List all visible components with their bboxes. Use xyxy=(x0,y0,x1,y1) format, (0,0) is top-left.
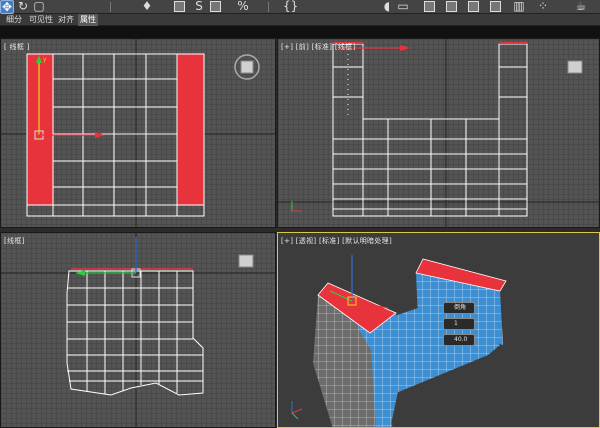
front-view-mesh xyxy=(278,39,599,227)
viewport-bottom-right[interactable]: [+] [透视] [标准] [默认明暗处理] xyxy=(277,232,600,428)
left-view-mesh xyxy=(1,233,275,427)
select-move-icon[interactable]: ✥ xyxy=(0,0,14,14)
layer-icon[interactable] xyxy=(424,1,435,12)
svg-text:y: y xyxy=(43,56,47,63)
mirror-icon[interactable]: ◖ xyxy=(380,0,394,14)
bevel-height-field[interactable]: 1 xyxy=(443,318,475,330)
link-icon[interactable]: ♦ xyxy=(140,0,154,14)
tab-align[interactable]: 对齐 xyxy=(56,14,76,26)
selected-face-left xyxy=(26,53,54,206)
selected-face-right xyxy=(176,53,205,206)
material-editor-icon[interactable] xyxy=(468,1,479,12)
spinner-snap-icon[interactable]: S xyxy=(192,0,206,14)
tab-properties[interactable]: 属性 xyxy=(78,14,98,26)
viewport-top-left[interactable]: [ 线框 ] y xyxy=(0,38,276,228)
viewport-label[interactable]: [线框] xyxy=(4,236,25,246)
scene-explorer-icon[interactable] xyxy=(446,1,457,12)
ribbon-panel-strip xyxy=(0,26,600,38)
viewport-top-right[interactable]: [+] [前] [标准] [线框] xyxy=(277,38,600,228)
angle-snap-icon[interactable] xyxy=(210,1,221,12)
percent-snap-icon[interactable]: % xyxy=(236,0,250,14)
bevel-amount-field[interactable]: 40.0 xyxy=(443,334,475,346)
bevel-type-field[interactable]: 倒角 xyxy=(443,302,475,314)
teapot-icon[interactable]: ☕ xyxy=(574,0,588,14)
perspective-mesh xyxy=(291,255,507,427)
bevel-caddy: 倒角 1 40.0 xyxy=(443,302,477,358)
scale-icon[interactable]: ▢ xyxy=(32,0,46,14)
tab-visibility[interactable]: 可见性 xyxy=(27,14,55,26)
main-toolbar: ✥ ↻ ▢ ♦ S % {} ◖ ▭ ▥ ⁘ ☕ xyxy=(0,0,600,14)
viewport-label[interactable]: [+] [透视] [标准] [默认明暗处理] xyxy=(281,236,392,246)
snap-toggle-icon[interactable] xyxy=(174,1,185,12)
render-frame-icon[interactable]: ▥ xyxy=(512,0,526,14)
render-icon[interactable]: ⁘ xyxy=(536,0,550,14)
ribbon-tabs: 细分 可见性 对齐 属性 xyxy=(0,14,600,26)
align-icon[interactable]: ▭ xyxy=(396,0,410,14)
viewport-label[interactable]: [+] [前] [标准] [线框] xyxy=(281,42,356,52)
tab-subdivision[interactable]: 细分 xyxy=(4,14,24,26)
top-view-mesh: y xyxy=(1,39,275,227)
rotate-icon[interactable]: ↻ xyxy=(16,0,30,14)
viewport-label[interactable]: [ 线框 ] xyxy=(4,42,30,52)
brace-icon[interactable]: {} xyxy=(283,0,298,14)
viewport-bottom-left[interactable]: [线框] xyxy=(0,232,276,428)
render-setup-icon[interactable] xyxy=(490,1,501,12)
